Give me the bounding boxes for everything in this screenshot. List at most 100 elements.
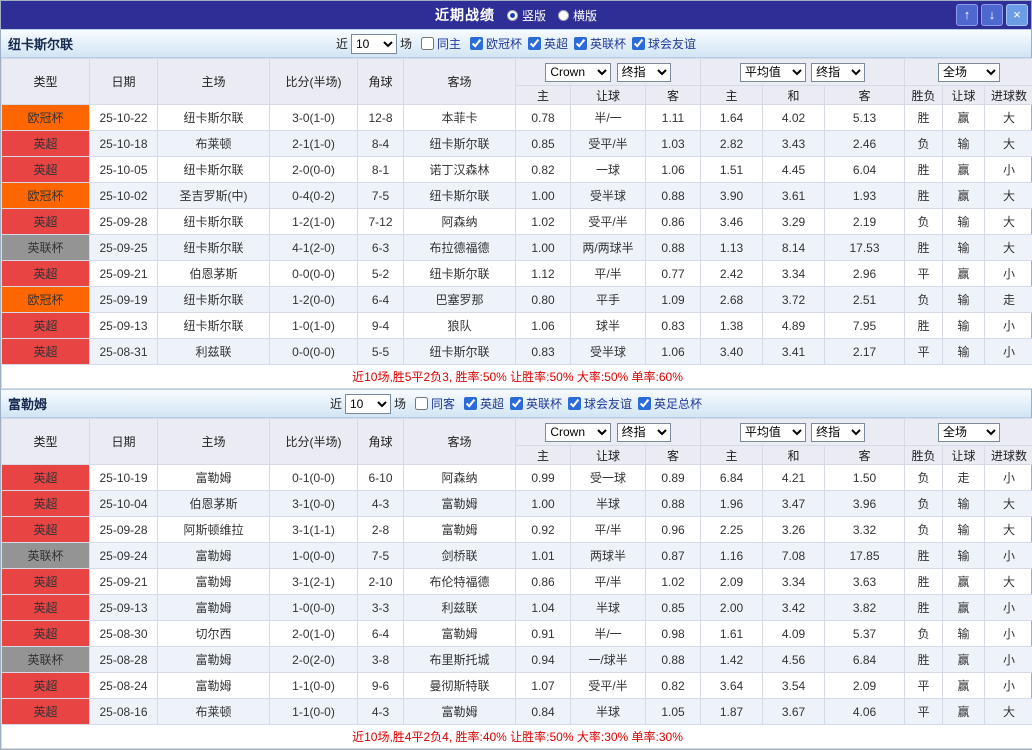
home-team[interactable]: 富勒姆 xyxy=(158,647,270,673)
competition-checkbox[interactable]: 英超 xyxy=(458,395,504,412)
away-team[interactable]: 纽卡斯尔联 xyxy=(404,339,516,365)
home-team[interactable]: 纽卡斯尔联 xyxy=(158,313,270,339)
scope-select[interactable]: 全场 xyxy=(938,63,1000,82)
away-team[interactable]: 巴塞罗那 xyxy=(404,287,516,313)
match-score[interactable]: 3-1(2-1) xyxy=(270,569,358,595)
home-team[interactable]: 富勒姆 xyxy=(158,543,270,569)
same-venue-checkbox[interactable]: 同主 xyxy=(415,35,461,52)
away-team[interactable]: 富勒姆 xyxy=(404,621,516,647)
checkbox[interactable] xyxy=(464,397,477,410)
match-date: 25-09-13 xyxy=(90,313,158,339)
checkbox[interactable] xyxy=(421,37,434,50)
match-score[interactable]: 4-1(2-0) xyxy=(270,235,358,261)
scroll-down-button[interactable]: ↓ xyxy=(981,4,1003,26)
match-score[interactable]: 2-1(1-0) xyxy=(270,131,358,157)
away-team[interactable]: 纽卡斯尔联 xyxy=(404,261,516,287)
layout-radio-horizontal[interactable]: 横版 xyxy=(558,7,597,24)
home-team[interactable]: 纽卡斯尔联 xyxy=(158,235,270,261)
home-team[interactable]: 利兹联 xyxy=(158,339,270,365)
match-score[interactable]: 1-0(1-0) xyxy=(270,313,358,339)
match-score[interactable]: 3-1(0-0) xyxy=(270,491,358,517)
competition-checkbox[interactable]: 英足总杯 xyxy=(632,395,702,412)
home-team[interactable]: 纽卡斯尔联 xyxy=(158,209,270,235)
euro-kind-select[interactable]: 终指 xyxy=(811,63,865,82)
match-score[interactable]: 1-0(0-0) xyxy=(270,595,358,621)
away-team[interactable]: 布拉德福德 xyxy=(404,235,516,261)
home-team[interactable]: 纽卡斯尔联 xyxy=(158,105,270,131)
home-team[interactable]: 布莱顿 xyxy=(158,699,270,725)
match-score[interactable]: 3-0(1-0) xyxy=(270,105,358,131)
away-team[interactable]: 纽卡斯尔联 xyxy=(404,131,516,157)
match-score[interactable]: 2-0(0-0) xyxy=(270,157,358,183)
odds-kind-select[interactable]: 终指 xyxy=(617,423,671,442)
checkbox[interactable] xyxy=(568,397,581,410)
away-team[interactable]: 利兹联 xyxy=(404,595,516,621)
layout-radio-vertical[interactable]: 竖版 xyxy=(507,7,546,24)
away-team[interactable]: 富勒姆 xyxy=(404,517,516,543)
away-team[interactable]: 布里斯托城 xyxy=(404,647,516,673)
checkbox[interactable] xyxy=(470,37,483,50)
home-team[interactable]: 富勒姆 xyxy=(158,673,270,699)
away-team[interactable]: 富勒姆 xyxy=(404,699,516,725)
home-team[interactable]: 纽卡斯尔联 xyxy=(158,287,270,313)
scroll-up-button[interactable]: ↑ xyxy=(956,4,978,26)
column-header-date: 日期 xyxy=(90,59,158,105)
match-score[interactable]: 0-0(0-0) xyxy=(270,339,358,365)
match-score[interactable]: 1-2(1-0) xyxy=(270,209,358,235)
match-score[interactable]: 3-1(1-1) xyxy=(270,517,358,543)
odds-source-select[interactable]: Crown xyxy=(545,63,611,82)
competition-checkbox[interactable]: 英联杯 xyxy=(568,35,626,52)
home-team[interactable]: 布莱顿 xyxy=(158,131,270,157)
competition-checkbox[interactable]: 英联杯 xyxy=(504,395,562,412)
checkbox[interactable] xyxy=(574,37,587,50)
home-team[interactable]: 纽卡斯尔联 xyxy=(158,157,270,183)
away-team[interactable]: 诺丁汉森林 xyxy=(404,157,516,183)
checkbox[interactable] xyxy=(415,397,428,410)
match-score[interactable]: 0-4(0-2) xyxy=(270,183,358,209)
home-team[interactable]: 富勒姆 xyxy=(158,595,270,621)
away-team[interactable]: 阿森纳 xyxy=(404,209,516,235)
home-team[interactable]: 阿斯顿维拉 xyxy=(158,517,270,543)
match-score[interactable]: 2-0(2-0) xyxy=(270,647,358,673)
euro-source-select[interactable]: 平均值 xyxy=(740,63,806,82)
away-team[interactable]: 本菲卡 xyxy=(404,105,516,131)
checkbox[interactable] xyxy=(528,37,541,50)
match-row: 英超25-09-28阿斯顿维拉3-1(1-1)2-8富勒姆0.92平/半0.96… xyxy=(2,517,1032,543)
away-team[interactable]: 富勒姆 xyxy=(404,491,516,517)
match-score[interactable]: 1-1(0-0) xyxy=(270,673,358,699)
home-team[interactable]: 切尔西 xyxy=(158,621,270,647)
away-team[interactable]: 纽卡斯尔联 xyxy=(404,183,516,209)
checkbox[interactable] xyxy=(510,397,523,410)
checkbox[interactable] xyxy=(638,397,651,410)
scope-select[interactable]: 全场 xyxy=(938,423,1000,442)
euro-source-select[interactable]: 平均值 xyxy=(740,423,806,442)
match-score[interactable]: 2-0(1-0) xyxy=(270,621,358,647)
home-team[interactable]: 富勒姆 xyxy=(158,569,270,595)
away-team[interactable]: 阿森纳 xyxy=(404,465,516,491)
home-team[interactable]: 伯恩茅斯 xyxy=(158,261,270,287)
match-count-select[interactable]: 10 xyxy=(345,394,391,414)
odds-source-select[interactable]: Crown xyxy=(545,423,611,442)
match-count-select[interactable]: 10 xyxy=(351,34,397,54)
home-team[interactable]: 富勒姆 xyxy=(158,465,270,491)
competition-checkbox[interactable]: 球会友谊 xyxy=(626,35,696,52)
home-team[interactable]: 圣吉罗斯(中) xyxy=(158,183,270,209)
checkbox[interactable] xyxy=(632,37,645,50)
same-venue-checkbox[interactable]: 同客 xyxy=(409,395,455,412)
match-score[interactable]: 0-1(0-0) xyxy=(270,465,358,491)
competition-checkbox[interactable]: 欧冠杯 xyxy=(464,35,522,52)
competition-checkbox[interactable]: 英超 xyxy=(522,35,568,52)
competition-checkbox[interactable]: 球会友谊 xyxy=(562,395,632,412)
home-team[interactable]: 伯恩茅斯 xyxy=(158,491,270,517)
match-score[interactable]: 1-0(0-0) xyxy=(270,543,358,569)
match-score[interactable]: 1-2(0-0) xyxy=(270,287,358,313)
match-score[interactable]: 0-0(0-0) xyxy=(270,261,358,287)
away-team[interactable]: 布伦特福德 xyxy=(404,569,516,595)
close-button[interactable]: × xyxy=(1006,4,1028,26)
away-team[interactable]: 曼彻斯特联 xyxy=(404,673,516,699)
away-team[interactable]: 剑桥联 xyxy=(404,543,516,569)
odds-kind-select[interactable]: 终指 xyxy=(617,63,671,82)
match-score[interactable]: 1-1(0-0) xyxy=(270,699,358,725)
euro-kind-select[interactable]: 终指 xyxy=(811,423,865,442)
away-team[interactable]: 狼队 xyxy=(404,313,516,339)
